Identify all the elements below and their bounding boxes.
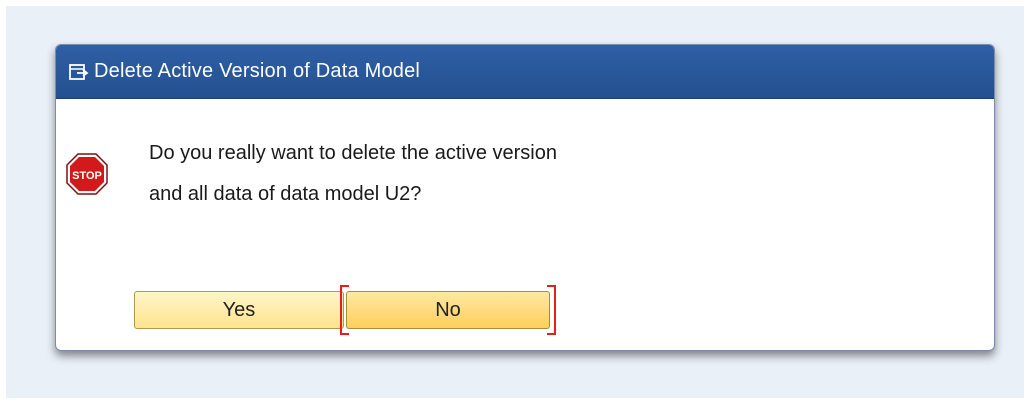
dialog-titlebar[interactable]: Delete Active Version of Data Model	[56, 45, 994, 99]
no-button[interactable]: No	[346, 291, 550, 329]
no-button-focus-frame: No	[340, 285, 556, 335]
message-line-2: and all data of data model U2?	[149, 183, 422, 205]
window-menu-icon[interactable]	[68, 61, 90, 83]
stop-icon: STOP	[64, 151, 110, 197]
stop-icon-label: STOP	[72, 170, 102, 182]
yes-button[interactable]: Yes	[134, 291, 344, 329]
message-line-1: Do you really want to delete the active …	[149, 142, 557, 164]
confirmation-dialog: Delete Active Version of Data Model STOP…	[55, 44, 995, 351]
dialog-message: Do you really want to delete the active …	[149, 133, 557, 215]
dialog-title: Delete Active Version of Data Model	[94, 60, 421, 82]
